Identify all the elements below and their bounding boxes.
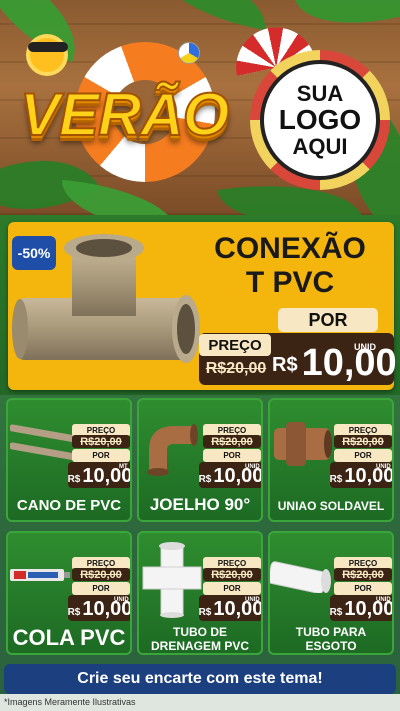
palm-leaf-decoration bbox=[58, 179, 182, 215]
hero-title-line2: T PVC bbox=[245, 266, 335, 299]
card-unit: UNID bbox=[245, 464, 260, 470]
card-por-label: POR bbox=[334, 582, 392, 595]
card-product-name: UNIAO SOLDAVEL bbox=[277, 499, 385, 513]
card-name-line2: DRENAGEM PVC bbox=[150, 639, 249, 653]
card-product-name: COLA PVC bbox=[12, 625, 126, 650]
card-currency: R$ bbox=[67, 474, 81, 485]
glue-tube-icon bbox=[10, 569, 70, 581]
card-unit: UNID bbox=[376, 597, 391, 603]
card-name-line2: ESGOTO bbox=[305, 639, 357, 653]
union-fitting-icon bbox=[274, 422, 332, 466]
product-card[interactable]: PREÇO R$20,00 POR R$ 10,00 MT CANO DE PV… bbox=[6, 398, 132, 522]
hero-title: CONEXÃO T PVC bbox=[190, 232, 390, 300]
drain-pipe-icon bbox=[142, 542, 202, 618]
palm-leaf-decoration bbox=[146, 0, 274, 31]
card-name-line1: TUBO PARA bbox=[295, 625, 367, 639]
card-currency: R$ bbox=[329, 607, 343, 618]
card-por-label: POR bbox=[334, 449, 392, 462]
card-unit: UNID bbox=[245, 597, 260, 603]
cta-banner[interactable]: Crie seu encarte com este tema! bbox=[4, 664, 396, 694]
palm-leaf-decoration bbox=[294, 0, 400, 51]
card-currency: R$ bbox=[198, 474, 212, 485]
logo-line2: LOGO bbox=[278, 104, 362, 136]
card-old-price: R$20,00 bbox=[334, 568, 392, 581]
card-old-price: R$20,00 bbox=[334, 435, 392, 448]
card-product-name: JOELHO 90° bbox=[149, 495, 251, 514]
card-name-line1: TUBO DE bbox=[173, 625, 227, 639]
card-por-label: POR bbox=[203, 582, 261, 595]
card-currency: R$ bbox=[67, 607, 81, 618]
card-currency: R$ bbox=[198, 607, 212, 618]
hero-price-value: 10,00 bbox=[301, 342, 397, 384]
elbow-fitting-icon bbox=[147, 424, 198, 476]
header-banner: VERÃO SUA LOGO AQUI bbox=[0, 0, 400, 215]
hero-title-line1: CONEXÃO bbox=[214, 232, 366, 265]
disclaimer-text: *Imagens Meramente Ilustrativas bbox=[4, 697, 136, 707]
card-old-price: R$20,00 bbox=[203, 568, 261, 581]
logo-placeholder[interactable]: SUA LOGO AQUI bbox=[260, 60, 380, 180]
product-card[interactable]: PREÇO R$20,00 POR R$ 10,00 UNID TUBO DE … bbox=[137, 531, 263, 655]
card-unit: UNID bbox=[114, 597, 129, 603]
sewer-pipe-icon bbox=[270, 561, 331, 593]
card-old-price: R$20,00 bbox=[72, 568, 130, 581]
product-card[interactable]: PREÇO R$20,00 POR R$ 10,00 UNID UNIAO SO… bbox=[268, 398, 394, 522]
hero-currency: R$ bbox=[272, 354, 298, 376]
card-product-name: CANO DE PVC bbox=[16, 497, 122, 514]
card-unit: UNID bbox=[376, 464, 391, 470]
card-old-price: R$20,00 bbox=[72, 435, 130, 448]
card-unit: MT bbox=[119, 464, 128, 470]
card-por-label: POR bbox=[72, 582, 130, 595]
logo-line3: AQUI bbox=[292, 133, 348, 159]
beach-ball-icon bbox=[178, 42, 200, 64]
season-title: VERÃO bbox=[19, 80, 230, 149]
card-currency: R$ bbox=[329, 474, 343, 485]
card-por-label: POR bbox=[203, 449, 261, 462]
sunglasses-icon bbox=[28, 42, 68, 52]
hero-unit: UNID bbox=[354, 342, 376, 352]
card-por-label: POR bbox=[72, 449, 130, 462]
discount-badge: -50% bbox=[12, 236, 56, 270]
hero-new-price: R$ 10,00 bbox=[272, 337, 397, 383]
product-card[interactable]: PREÇO R$20,00 POR R$ 10,00 UNID JOELHO 9… bbox=[137, 398, 263, 522]
card-product-name: TUBO DE DRENAGEM PVC bbox=[139, 625, 261, 653]
hero-old-price: R$20,00 bbox=[205, 360, 267, 377]
card-old-price: R$20,00 bbox=[203, 435, 261, 448]
hero-preco-label: PREÇO bbox=[199, 334, 271, 356]
product-card[interactable]: PREÇO R$20,00 POR R$ 10,00 UNID COLA PVC bbox=[6, 531, 132, 655]
logo-line1: SUA bbox=[296, 81, 344, 107]
product-card[interactable]: PREÇO R$20,00 POR R$ 10,00 UNID TUBO PAR… bbox=[268, 531, 394, 655]
hero-por-label: POR bbox=[278, 308, 378, 332]
card-product-name: TUBO PARA ESGOTO bbox=[270, 625, 392, 653]
